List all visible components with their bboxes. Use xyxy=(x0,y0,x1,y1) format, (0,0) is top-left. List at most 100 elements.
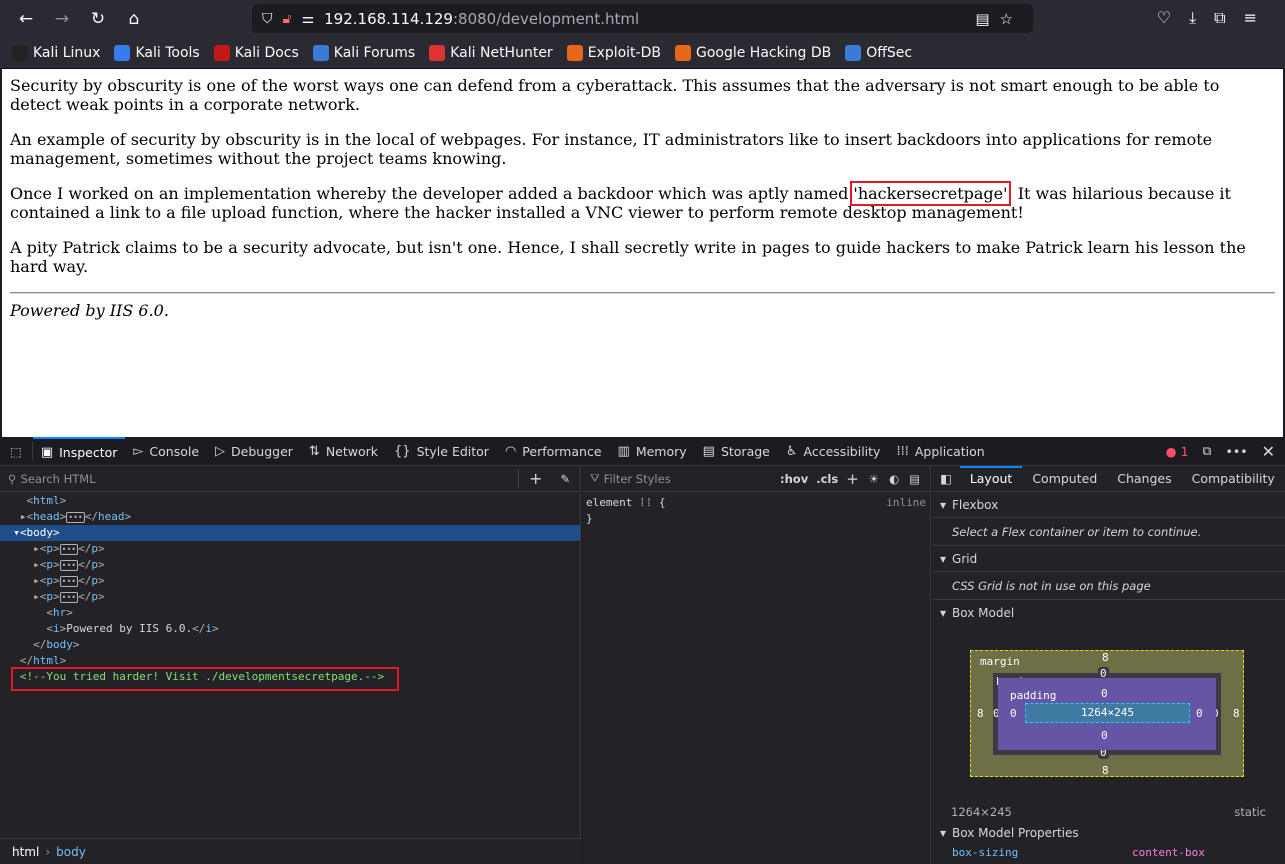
url-host: 192.168.114.129 xyxy=(324,9,453,28)
bookmark-favicon-icon xyxy=(429,44,446,61)
add-node-icon[interactable]: + xyxy=(517,469,550,488)
tab-storage[interactable]: ▤ Storage xyxy=(695,437,778,466)
element-picker-icon[interactable]: ⬚ xyxy=(0,442,33,460)
flexbox-header[interactable]: ▾ Flexbox xyxy=(932,492,1285,518)
tree-node-body[interactable]: ▾<body> xyxy=(0,525,580,541)
close-devtools-icon[interactable]: ✕ xyxy=(1262,442,1275,461)
html-tree: <html> ▸<head> ••• </head> ▾<body> ▸<p> •••… xyxy=(0,492,580,685)
tab-compatibility[interactable]: Compatibility xyxy=(1182,466,1285,492)
tree-node-head[interactable]: ▸<head> ••• </head> xyxy=(0,509,580,525)
tree-node-p[interactable]: ▸<p> ••• </p> xyxy=(0,573,580,589)
add-rule-icon[interactable]: + xyxy=(846,470,859,488)
application-icon: ⁞⁞⁞ xyxy=(896,443,909,459)
content-size: 1264×245 xyxy=(1025,703,1190,723)
tab-network[interactable]: ⇅ Network xyxy=(301,437,386,466)
back-icon[interactable]: ← xyxy=(8,9,44,29)
tab-debugger[interactable]: ▷ Debugger xyxy=(207,437,301,466)
download-icon[interactable]: ⤓ xyxy=(1189,8,1214,27)
web-page: Security by obscurity is one of the wors… xyxy=(2,69,1283,437)
tab-memory[interactable]: ▥ Memory xyxy=(610,437,695,466)
tree-node-body-close[interactable]: </body> xyxy=(0,637,580,653)
tab-label: Storage xyxy=(720,443,770,459)
more-options-icon[interactable]: ••• xyxy=(1225,444,1247,459)
tab-layout[interactable]: Layout xyxy=(959,465,1023,492)
box-model-properties-header[interactable]: ▾ Box Model Properties xyxy=(932,820,1285,846)
flexbox-message: Select a Flex container or item to conti… xyxy=(932,518,1285,546)
bookmark-favicon-icon xyxy=(312,44,329,61)
tab-inspector[interactable]: ▣ Inspector xyxy=(32,436,126,466)
rule-source: inline xyxy=(886,496,926,509)
margin-right[interactable]: 8 xyxy=(1233,707,1240,720)
search-html-input[interactable]: Search HTML xyxy=(20,472,518,486)
reload-icon[interactable]: ↻ xyxy=(80,9,116,29)
filter-styles-input[interactable]: Filter Styles xyxy=(604,472,780,486)
padding-top[interactable]: 0 xyxy=(1101,687,1108,700)
tree-node-p[interactable]: ▸<p> ••• </p> xyxy=(0,541,580,557)
permissions-icon[interactable]: ⚌ xyxy=(302,11,315,27)
menu-icon[interactable]: ≡ xyxy=(1244,8,1275,27)
collapse-icon: ▾ xyxy=(940,551,947,566)
url-bar[interactable]: ⛉ 🔓︎ ⚌ 192.168.114.129:8080/development.… xyxy=(252,4,1033,33)
tab-label: Inspector xyxy=(59,444,118,460)
extensions-icon[interactable]: ⧉ xyxy=(1214,8,1243,27)
element-size: 1264×245 xyxy=(951,805,1012,819)
dark-mode-icon[interactable]: ◐ xyxy=(889,472,899,486)
home-icon[interactable]: ⌂ xyxy=(116,9,152,29)
padding-right[interactable]: 0 xyxy=(1196,707,1203,720)
bookmark-item[interactable]: Kali NetHunter xyxy=(429,44,553,61)
grid-header[interactable]: ▾ Grid xyxy=(932,546,1285,572)
padding-box: padding 0 0 0 0 1264×245 xyxy=(998,678,1216,750)
bookmark-star-icon[interactable]: ☆ xyxy=(1000,10,1023,28)
bookmark-item[interactable]: Kali Forums xyxy=(312,44,415,61)
breadcrumb-body[interactable]: body xyxy=(56,845,86,859)
tree-node-i[interactable]: <i>Powered by IIS 6.0.</i> xyxy=(0,621,580,637)
padding-bottom[interactable]: 0 xyxy=(1101,729,1108,742)
margin-top[interactable]: 8 xyxy=(1102,651,1109,664)
dock-icon[interactable]: ⧉ xyxy=(1203,443,1212,459)
forward-icon[interactable]: → xyxy=(44,9,80,29)
bookmark-item[interactable]: Kali Linux xyxy=(12,44,101,61)
toggle-sidebar-icon[interactable]: ◧ xyxy=(932,466,960,492)
error-indicator[interactable]: ● 1 xyxy=(1166,444,1189,459)
eyedropper-icon[interactable]: ✎ xyxy=(550,472,580,486)
hov-toggle[interactable]: :hov xyxy=(780,472,808,486)
tab-console[interactable]: ▻ Console xyxy=(125,437,207,466)
filter-styles-bar: ⛛ Filter Styles :hov .cls + ☀ ◐ ▤ xyxy=(582,466,930,492)
tree-node-p[interactable]: ▸<p> ••• </p> xyxy=(0,557,580,573)
insecure-lock-icon[interactable]: 🔓︎ xyxy=(283,11,292,27)
bookmark-item[interactable]: Kali Tools xyxy=(114,44,200,61)
paragraph-3: Once I worked on an implementation where… xyxy=(10,181,1275,222)
breadcrumb: html › body xyxy=(0,838,581,864)
cls-toggle[interactable]: .cls xyxy=(816,472,838,486)
bookmark-item[interactable]: Google Hacking DB xyxy=(674,44,831,61)
reader-view-icon[interactable]: ▤ xyxy=(975,10,999,28)
tab-application[interactable]: ⁞⁞⁞ Application xyxy=(888,437,992,466)
tab-computed[interactable]: Computed xyxy=(1022,466,1107,492)
paragraph-3-text: Once I worked on an implementation where… xyxy=(10,184,854,203)
tab-accessibility[interactable]: ♿︎ Accessibility xyxy=(778,437,889,466)
nav-toolbar: ← → ↻ ⌂ ⛉ 🔓︎ ⚌ 192.168.114.129:8080/deve… xyxy=(0,0,1285,37)
grid-message: CSS Grid is not in use on this page xyxy=(932,572,1285,600)
shield-icon[interactable]: ⛉ xyxy=(262,11,273,27)
margin-bottom[interactable]: 8 xyxy=(1102,764,1109,777)
tab-style-editor[interactable]: {} Style Editor xyxy=(386,437,497,466)
bookmark-item[interactable]: Kali Docs xyxy=(213,44,299,61)
debugger-icon: ▷ xyxy=(215,443,226,459)
tree-node-html[interactable]: <html> xyxy=(0,493,580,509)
bookmark-item[interactable]: Exploit-DB xyxy=(566,44,661,61)
box-model-header[interactable]: ▾ Box Model xyxy=(932,600,1285,626)
breadcrumb-html[interactable]: html xyxy=(12,845,39,859)
padding-left[interactable]: 0 xyxy=(1010,707,1017,720)
bookmark-label: Kali NetHunter xyxy=(450,44,553,61)
bookmark-label: Kali Linux xyxy=(33,44,101,61)
tree-node-hr[interactable]: <hr> xyxy=(0,605,580,621)
paragraph-4: A pity Patrick claims to be a security a… xyxy=(10,238,1246,276)
tab-performance[interactable]: ◠ Performance xyxy=(497,437,610,466)
margin-left[interactable]: 8 xyxy=(977,707,984,720)
tab-changes[interactable]: Changes xyxy=(1107,466,1181,492)
light-mode-icon[interactable]: ☀ xyxy=(869,472,879,486)
bookmark-item[interactable]: OffSec xyxy=(845,44,912,61)
pocket-icon[interactable]: ♡ xyxy=(1157,8,1189,27)
tree-node-p[interactable]: ▸<p> ••• </p> xyxy=(0,589,580,605)
print-media-icon[interactable]: ▤ xyxy=(909,472,920,486)
